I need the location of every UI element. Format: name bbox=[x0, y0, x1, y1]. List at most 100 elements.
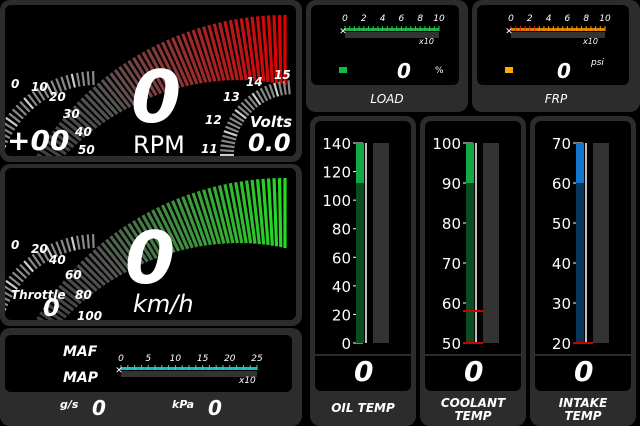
kpa-label: kPa bbox=[172, 398, 195, 411]
load-tick-label: 8 bbox=[417, 14, 423, 24]
oil-temp-tick-label: 120 bbox=[322, 164, 351, 182]
frp-tick-label: 2 bbox=[527, 14, 533, 24]
volts-scale-tick bbox=[287, 80, 291, 95]
gs-label: g/s bbox=[60, 398, 79, 411]
frp-bar-gauge: 0 2 4 6 8 10 ✕ bbox=[505, 14, 611, 38]
intake-temp-level-track bbox=[593, 143, 609, 343]
frp-tick-label: 8 bbox=[583, 14, 589, 24]
load-indicator-led bbox=[339, 67, 347, 73]
maf-map-tick-label: 25 bbox=[251, 354, 263, 364]
rpm-scale-tick bbox=[60, 76, 67, 91]
speed-scale-label-20: 20 bbox=[31, 242, 48, 256]
frp-tick-label: 10 bbox=[599, 14, 611, 24]
volts-scale-label-13: 13 bbox=[223, 90, 240, 104]
coolant-temp-tick-label: 90 bbox=[442, 175, 461, 193]
volts-scale-tick bbox=[220, 149, 235, 153]
kpa-value: 0 bbox=[208, 396, 222, 420]
rpm-gauge-face: 0 10 20 30 40 50 +00 0 RPM 11 12 13 14 1… bbox=[5, 5, 296, 157]
speed-scale-label-60: 60 bbox=[65, 268, 82, 282]
maf-map-panel: MAF MAP 0 5 10 15 20 25 ✕ x10 g/s 0 kPa 0 bbox=[0, 328, 302, 426]
coolant-temp-value: 0 bbox=[464, 355, 484, 388]
rpm-scale-tick bbox=[70, 73, 76, 88]
volts-value: 0.0 bbox=[248, 129, 291, 157]
coolant-temp-tick-label: 50 bbox=[442, 335, 461, 353]
frp-title: FRP bbox=[544, 92, 568, 106]
speed-scale-tick bbox=[81, 234, 86, 249]
speed-scale-label-80: 80 bbox=[75, 288, 92, 302]
oil-temp-title: OIL TEMP bbox=[331, 401, 395, 415]
intake-temp-tick-label: 20 bbox=[552, 335, 571, 353]
speed-scale-tick bbox=[60, 239, 67, 254]
volts-scale-tick bbox=[221, 139, 236, 145]
frp-face: 0 2 4 6 8 10 ✕ x10 0 psi bbox=[477, 5, 629, 85]
rpm-scale-tick bbox=[86, 71, 90, 86]
oil-temp-face: 140 120 100 80 60 40 20 0 bbox=[315, 121, 411, 391]
coolant-temp-panel: 100 90 80 70 60 50 0 COOLANT TEMP bbox=[420, 116, 526, 426]
speed-value: 0 bbox=[125, 216, 176, 300]
intake-temp-tick-label: 40 bbox=[552, 255, 571, 273]
coolant-temp-tick-label: 70 bbox=[442, 255, 461, 273]
load-zero-marker-icon: ✕ bbox=[339, 27, 347, 37]
load-unit: % bbox=[435, 66, 444, 76]
coolant-temp-title-line2: TEMP bbox=[454, 409, 492, 423]
volts-scale-tick bbox=[220, 144, 235, 149]
maf-map-tick-label: 15 bbox=[197, 354, 209, 364]
maf-map-multiplier: x10 bbox=[239, 376, 256, 386]
coolant-temp-scale-shade bbox=[466, 183, 474, 343]
frp-tick-label: 4 bbox=[546, 14, 552, 24]
coolant-temp-tick-label: 80 bbox=[442, 215, 461, 233]
intake-temp-tick-label: 60 bbox=[552, 175, 571, 193]
volts-scale-tick bbox=[273, 82, 280, 97]
speed-scale-label-40: 40 bbox=[49, 253, 66, 267]
load-tick-label: 2 bbox=[361, 14, 367, 24]
oil-temp-value: 0 bbox=[354, 355, 374, 388]
maf-map-tick-label: 0 bbox=[118, 354, 124, 364]
speed-arc-segment bbox=[266, 178, 274, 246]
load-face: 0 2 4 6 8 10 ✕ x10 0 % bbox=[311, 5, 459, 85]
maf-map-zero-marker-icon: ✕ bbox=[115, 366, 123, 376]
maf-map-face: MAF MAP 0 5 10 15 20 25 ✕ x10 bbox=[5, 335, 292, 392]
speed-scale-label-100: 100 bbox=[77, 309, 103, 323]
coolant-temp-tick-label: 60 bbox=[442, 295, 461, 313]
rpm-scale-label-30: 30 bbox=[63, 107, 80, 121]
speed-unit: km/h bbox=[133, 290, 194, 318]
speed-scale-label-0: 0 bbox=[11, 238, 20, 252]
speed-panel: 0 20 40 60 80 100 Throttle 0 0 km/h bbox=[0, 164, 302, 326]
coolant-temp-tick-label: 100 bbox=[432, 135, 461, 153]
volts-scale-tick bbox=[222, 134, 237, 141]
intake-temp-title-line2: TEMP bbox=[564, 409, 602, 423]
coolant-temp-level-track bbox=[483, 143, 499, 343]
frp-tick-label: 0 bbox=[508, 14, 514, 24]
speed-scale-tick bbox=[70, 236, 76, 251]
load-title: LOAD bbox=[370, 92, 404, 106]
oil-temp-tick-label: 0 bbox=[341, 335, 351, 353]
load-panel: 0 2 4 6 8 10 ✕ x10 0 % LOAD bbox=[306, 0, 468, 112]
speed-scale-tick bbox=[65, 237, 72, 252]
frp-tick-label: 6 bbox=[565, 14, 571, 24]
frp-multiplier: x10 bbox=[583, 37, 598, 46]
rpm-scale-tick bbox=[81, 71, 86, 86]
speed-arc-segment bbox=[277, 178, 283, 248]
throttle-value: 0 bbox=[43, 294, 60, 322]
oil-temp-tick-label: 40 bbox=[332, 278, 351, 296]
rpm-value: 0 bbox=[131, 55, 182, 139]
intake-temp-value: 0 bbox=[574, 355, 594, 388]
speed-scale-tick bbox=[75, 235, 81, 250]
frp-zero-marker-icon: ✕ bbox=[505, 27, 513, 37]
load-multiplier: x10 bbox=[419, 37, 434, 46]
rpm-scale-label-0: 0 bbox=[11, 77, 20, 91]
volts-scale-label-12: 12 bbox=[205, 113, 222, 127]
intake-temp-tick-label: 50 bbox=[552, 215, 571, 233]
rpm-panel: 0 10 20 30 40 50 +00 0 RPM 11 12 13 14 1… bbox=[0, 0, 302, 162]
maf-map-tick-label: 20 bbox=[224, 354, 236, 364]
intake-temp-face: 70 60 50 40 30 20 bbox=[535, 121, 631, 391]
oil-temp-tick-label: 20 bbox=[332, 306, 351, 324]
intake-temp-panel: 70 60 50 40 30 20 0 INTAKE TEMP bbox=[530, 116, 636, 426]
frp-value: 0 bbox=[557, 59, 571, 83]
load-tick-label: 0 bbox=[342, 14, 348, 24]
rpm-scale-label-20: 20 bbox=[49, 90, 66, 104]
intake-temp-scale-shade bbox=[576, 183, 584, 343]
oil-temp-scale-shade bbox=[356, 183, 364, 343]
rpm-scale-tick bbox=[65, 74, 72, 89]
rpm-scale-label-10: 10 bbox=[31, 80, 48, 94]
